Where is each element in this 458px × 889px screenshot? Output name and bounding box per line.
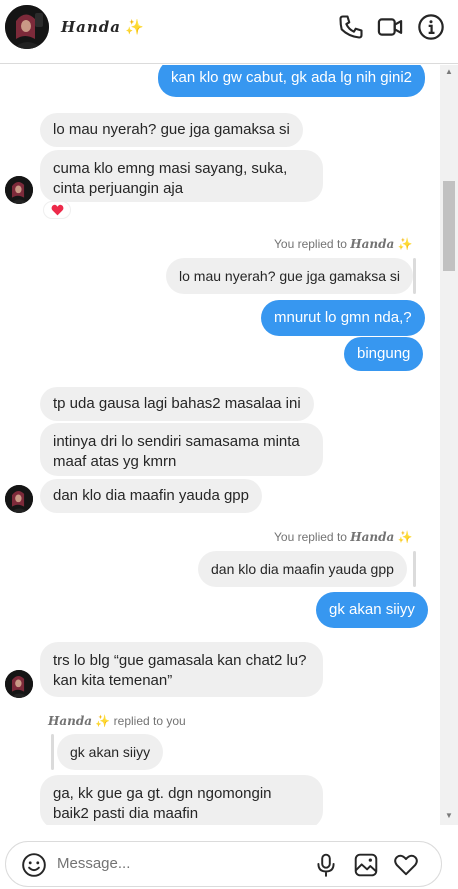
message-composer[interactable]: Message... [5,841,442,887]
avatar[interactable] [5,670,33,698]
reply-bar [51,734,54,770]
message-bubble-incoming[interactable]: lo mau nyerah? gue jga gamaksa si [40,113,303,147]
message-bubble-incoming[interactable]: cuma klo emng masi sayang, suka, cinta p… [40,150,323,202]
message-thread[interactable]: kan klo gw cabut, gk ada lg nih gini2 lo… [0,65,440,825]
replied-message-quote[interactable]: lo mau nyerah? gue jga gamaksa si [166,258,414,294]
reply-label: You replied to Handa ✨ [274,237,413,251]
heart-icon[interactable] [393,852,419,878]
avatar[interactable] [5,176,33,204]
microphone-icon[interactable] [313,852,339,878]
message-bubble-outgoing[interactable]: kan klo gw cabut, gk ada lg nih gini2 [158,65,425,97]
message-bubble-incoming[interactable]: intinya dri lo sendiri samasama minta ma… [40,423,323,476]
replied-message-quote[interactable]: gk akan siiyy [57,734,164,770]
message-bubble-incoming[interactable]: tp uda gausa lagi bahas2 masalaa ini [40,387,314,421]
chat-header: Handa ✨ [0,0,458,64]
message-bubble-incoming[interactable]: ga, kk gue ga gt. dgn ngomongin baik2 pa… [40,775,323,825]
phone-icon[interactable] [337,13,365,41]
reply-bar [413,258,416,294]
avatar[interactable] [5,5,49,49]
message-bubble-incoming[interactable]: dan klo dia maafin yauda gpp [40,479,262,513]
scrollbar-track[interactable] [440,65,458,825]
scrollbar-thumb[interactable] [443,181,455,271]
message-bubble-outgoing[interactable]: mnurut lo gmn nda,? [261,300,425,336]
reply-bar [413,551,416,587]
info-icon[interactable] [417,13,445,41]
emoji-icon[interactable] [21,852,47,878]
message-input[interactable]: Message... [57,855,130,872]
message-bubble-incoming[interactable]: trs lo blg “gue gamasala kan chat2 lu? k… [40,642,323,697]
reply-label: Handa ✨ replied to you [48,714,186,728]
contact-name[interactable]: Handa ✨ [61,18,145,36]
message-bubble-outgoing[interactable]: gk akan siiyy [316,592,428,628]
scroll-up-arrow[interactable]: ▲ [444,67,454,77]
heart-icon [51,204,63,216]
avatar[interactable] [5,485,33,513]
video-icon[interactable] [376,13,404,41]
message-bubble-outgoing[interactable]: bingung [344,337,424,371]
sparkle-emoji: ✨ [125,18,145,36]
reply-label: You replied to Handa ✨ [274,530,413,544]
scroll-down-arrow[interactable]: ▼ [444,811,454,821]
image-icon[interactable] [353,852,379,878]
replied-message-quote[interactable]: dan klo dia maafin yauda gpp [198,551,407,587]
heart-reaction[interactable] [43,201,71,219]
